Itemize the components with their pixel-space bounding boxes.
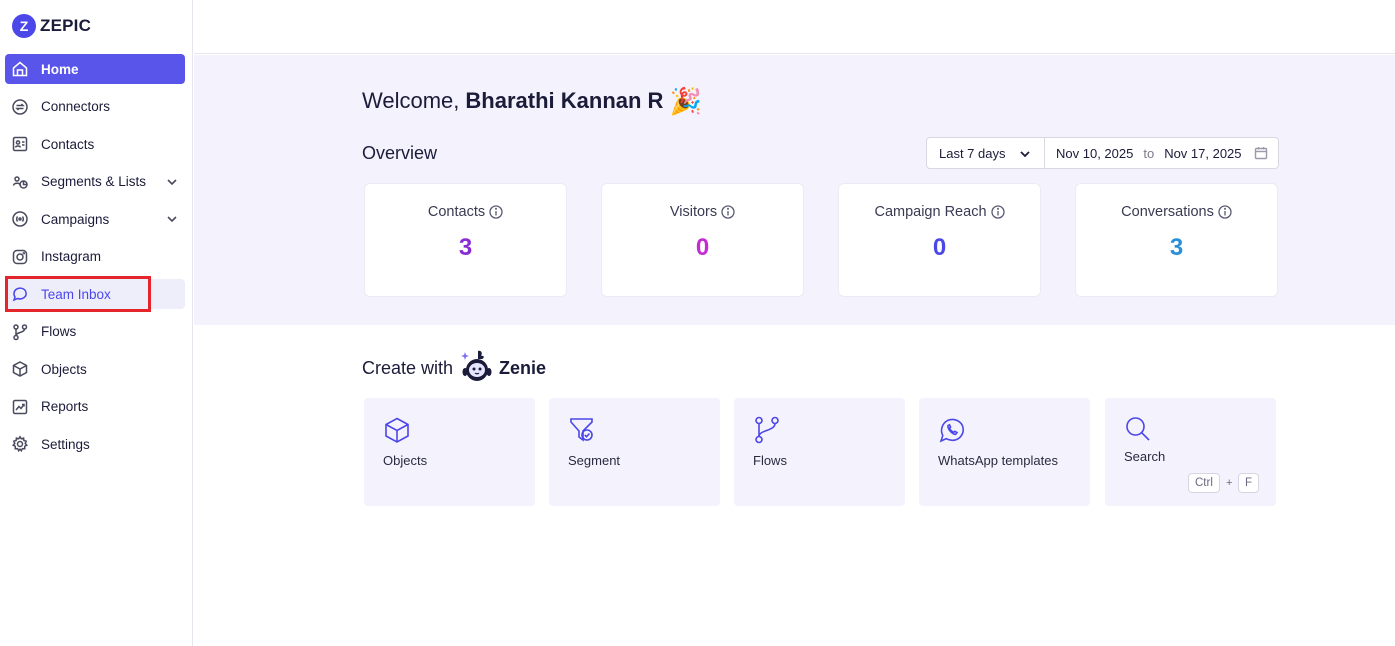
shortcut-plus: + [1226, 477, 1233, 489]
sidebar-item-home[interactable]: Home [5, 54, 185, 84]
stat-value: 0 [932, 234, 947, 261]
sidebar-nav: Home Connectors Contacts Segments & List… [5, 54, 185, 467]
create-tile-search[interactable]: Search Ctrl + F [1105, 398, 1276, 506]
create-with-heading: Create with Zenie [362, 348, 546, 389]
sidebar-item-label: Campaigns [41, 211, 110, 227]
sidebar-item-flows[interactable]: Flows [5, 317, 185, 347]
sidebar-item-label: Settings [41, 436, 90, 452]
sidebar-item-label: Contacts [41, 136, 95, 152]
date-to[interactable]: Nov 17, 2025 [1164, 146, 1241, 161]
campaigns-icon [11, 210, 29, 228]
objects-icon [11, 360, 29, 378]
create-tile-objects[interactable]: Objects [364, 398, 535, 506]
stat-value: 0 [695, 234, 710, 261]
date-range-picker: Last 7 days Nov 10, 2025 to Nov 17, 2025 [926, 137, 1279, 169]
connectors-icon [11, 98, 29, 116]
info-icon[interactable] [990, 205, 1005, 219]
info-icon[interactable] [721, 205, 735, 219]
sidebar-item-team-inbox[interactable]: Team Inbox [5, 276, 185, 312]
stat-label: Conversations [1121, 204, 1214, 220]
inbox-icon [11, 285, 29, 303]
shortcut-key-ctrl: Ctrl [1188, 473, 1220, 493]
tile-label: Objects [383, 453, 428, 468]
sidebar-item-segments-lists[interactable]: Segments & Lists [5, 167, 185, 197]
sidebar-item-contacts[interactable]: Contacts [5, 129, 185, 159]
stat-card-visitors[interactable]: Visitors 0 [601, 183, 804, 297]
sidebar-item-label: Team Inbox [41, 286, 111, 302]
stat-label: Visitors [669, 204, 718, 220]
create-tile-whatsapp-templates[interactable]: WhatsApp templates [919, 398, 1090, 506]
stat-card-campaign-reach[interactable]: Campaign Reach 0 [838, 183, 1041, 297]
chevron-down-icon [1018, 147, 1032, 161]
sidebar-item-label: Objects [41, 361, 87, 377]
brand-logo[interactable]: Z ZEPIC [12, 14, 91, 38]
sidebar-item-instagram[interactable]: Instagram [5, 242, 185, 272]
flows-icon [753, 416, 781, 444]
shortcut-key-f: F [1238, 473, 1260, 493]
calendar-icon[interactable] [1254, 146, 1268, 160]
chevron-down-icon[interactable] [165, 212, 179, 226]
segments-icon [11, 173, 29, 191]
sidebar-item-label: Segments & Lists [41, 174, 147, 189]
cube-icon [383, 416, 411, 444]
zepic-logo-icon: Z [12, 14, 36, 38]
overview-title: Overview [362, 143, 438, 163]
sidebar-item-label: Connectors [41, 99, 111, 114]
contacts-icon [11, 135, 29, 153]
segment-filter-icon [568, 416, 596, 444]
sidebar-item-label: Instagram [41, 249, 102, 264]
reports-icon [11, 398, 29, 416]
sidebar-item-settings[interactable]: Settings [5, 429, 185, 459]
top-bar [194, 0, 1395, 54]
sidebar-item-campaigns[interactable]: Campaigns [5, 204, 185, 234]
stat-label: Contacts [427, 204, 486, 220]
create-tile-segment[interactable]: Segment [549, 398, 720, 506]
zenie-brand: Zenie [499, 358, 547, 378]
date-separator: to [1143, 145, 1155, 161]
create-tile-flows[interactable]: Flows [734, 398, 905, 506]
tile-label: Segment [568, 453, 621, 468]
stat-label: Campaign Reach [874, 204, 987, 220]
range-select-value: Last 7 days [939, 145, 1006, 161]
range-select[interactable]: Last 7 days [927, 138, 1045, 168]
party-popper-icon: 🎉 [669, 86, 702, 116]
tile-label: Flows [753, 453, 787, 468]
sidebar-item-reports[interactable]: Reports [5, 392, 185, 422]
create-prefix: Create with [362, 358, 454, 378]
stat-card-contacts[interactable]: Contacts 3 [364, 183, 567, 297]
settings-icon [11, 435, 29, 453]
instagram-icon [11, 248, 29, 266]
sidebar-item-label: Home [41, 61, 79, 77]
search-icon [1124, 415, 1152, 443]
info-icon[interactable] [489, 205, 503, 219]
zenie-logo-icon [459, 348, 493, 389]
chevron-down-icon[interactable] [165, 175, 179, 189]
sidebar-item-objects[interactable]: Objects [5, 354, 185, 384]
brand-name: ZEPIC [40, 16, 92, 35]
stat-card-conversations[interactable]: Conversations 3 [1075, 183, 1278, 297]
sidebar-item-label: Flows [41, 324, 77, 339]
user-name: Bharathi Kannan R [465, 88, 664, 113]
sidebar-item-label: Reports [41, 399, 89, 414]
date-inputs[interactable]: Nov 10, 2025 to Nov 17, 2025 [1045, 138, 1278, 168]
sidebar: Z ZEPIC Home Connectors Contacts Segment… [0, 0, 193, 646]
tile-label: Search [1124, 449, 1166, 464]
stat-value: 3 [1169, 234, 1184, 261]
stat-value: 3 [458, 234, 473, 261]
info-icon[interactable] [1218, 205, 1232, 219]
date-from[interactable]: Nov 10, 2025 [1056, 146, 1133, 161]
sidebar-item-connectors[interactable]: Connectors [5, 92, 185, 122]
whatsapp-icon [938, 416, 966, 444]
welcome-prefix: Welcome, [362, 88, 460, 113]
home-icon [11, 60, 29, 78]
welcome-heading: Welcome, Bharathi Kannan R 🎉 [362, 88, 702, 114]
tile-label: WhatsApp templates [938, 453, 1058, 468]
flows-icon [11, 323, 29, 341]
